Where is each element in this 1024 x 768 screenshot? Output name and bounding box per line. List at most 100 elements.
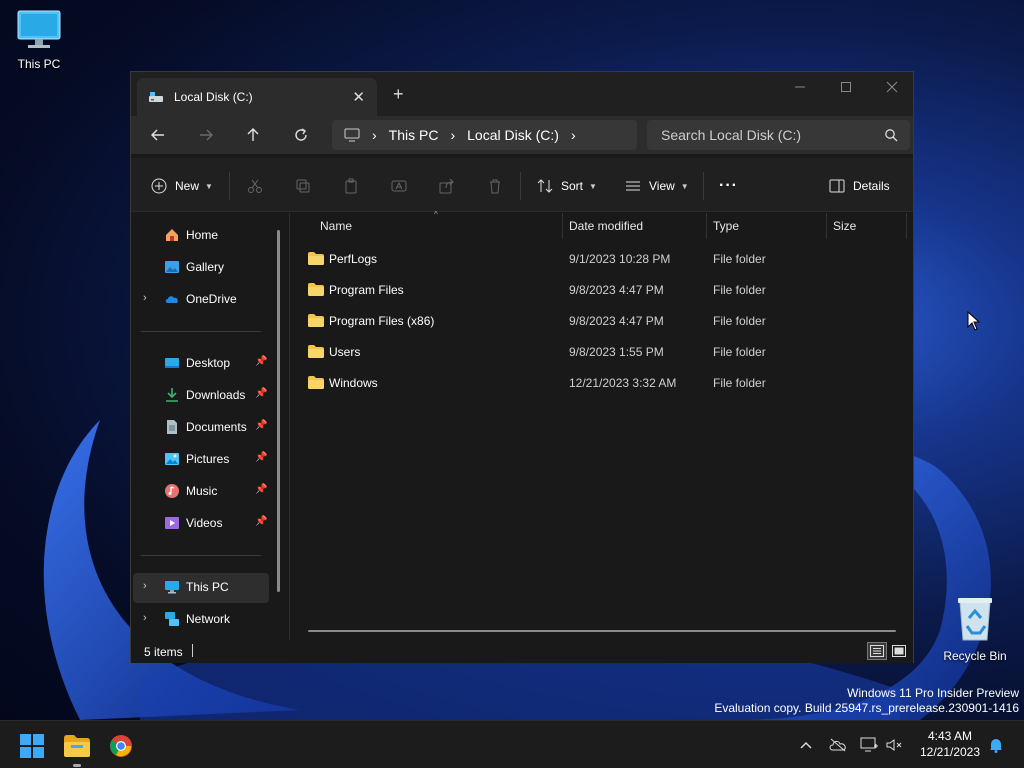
new-label: New: [175, 179, 200, 193]
chevron-right-icon[interactable]: ›: [143, 612, 147, 624]
maximize-button[interactable]: [823, 72, 869, 102]
sidebar-item-videos[interactable]: Videos 📌: [133, 509, 269, 537]
details-view-toggle[interactable]: [867, 642, 887, 660]
file-row-windows[interactable]: Windows 12/21/2023 3:32 AM File folder: [300, 368, 900, 398]
sidebar-item-downloads[interactable]: Downloads 📌: [133, 381, 269, 409]
column-header-name[interactable]: Name: [320, 213, 560, 239]
forward-button[interactable]: [191, 122, 221, 148]
new-button[interactable]: New ▼: [151, 172, 213, 200]
chevron-right-icon[interactable]: ›: [372, 127, 377, 143]
sort-ascending-icon: ^: [434, 210, 438, 219]
copy-button[interactable]: [295, 172, 311, 200]
cut-button[interactable]: [247, 172, 263, 200]
title-bar[interactable]: Local Disk (C:) ✕ +: [131, 72, 913, 116]
pin-icon[interactable]: 📌: [255, 484, 267, 495]
refresh-button[interactable]: [286, 122, 316, 148]
cloud-icon: [165, 296, 178, 303]
volume-tray-icon[interactable]: [884, 735, 906, 755]
sidebar-item-pictures[interactable]: Pictures 📌: [133, 445, 269, 473]
recycle-bin-icon: [958, 598, 992, 641]
sidebar-scrollbar[interactable]: [277, 230, 280, 592]
file-date: 9/8/2023 4:47 PM: [569, 283, 664, 297]
column-header-type[interactable]: Type: [713, 213, 823, 239]
chevron-right-icon[interactable]: ›: [450, 127, 455, 143]
monitor-icon: [17, 10, 61, 48]
pin-icon[interactable]: 📌: [255, 516, 267, 527]
new-tab-button[interactable]: +: [393, 84, 404, 105]
sidebar-item-desktop[interactable]: Desktop 📌: [133, 349, 269, 377]
chevron-down-icon: ▼: [205, 181, 213, 191]
sidebar-item-onedrive[interactable]: › OneDrive: [133, 285, 269, 313]
notifications-button[interactable]: [985, 735, 1007, 755]
sidebar-item-home[interactable]: Home: [133, 221, 269, 249]
column-divider[interactable]: [706, 213, 707, 239]
network-tray-icon[interactable]: [858, 735, 880, 755]
back-button[interactable]: [143, 122, 173, 148]
view-list-icon: [626, 181, 640, 191]
onedrive-tray-icon[interactable]: [827, 735, 849, 755]
chevron-right-icon[interactable]: ›: [143, 580, 147, 592]
chrome-taskbar-button[interactable]: [101, 729, 141, 763]
address-bar[interactable]: › This PC › Local Disk (C:) ›: [332, 120, 637, 150]
more-options-button[interactable]: ···: [719, 172, 738, 200]
pin-icon[interactable]: 📌: [255, 452, 267, 463]
tab-local-disk[interactable]: Local Disk (C:) ✕: [137, 78, 377, 116]
view-button[interactable]: View ▼: [625, 172, 689, 200]
file-row-perflogs[interactable]: PerfLogs 9/1/2023 10:28 PM File folder: [300, 244, 900, 274]
sidebar-item-label: OneDrive: [186, 292, 237, 306]
file-row-users[interactable]: Users 9/8/2023 1:55 PM File folder: [300, 337, 900, 367]
details-button[interactable]: Details: [829, 172, 890, 200]
sidebar-item-network[interactable]: › Network: [133, 605, 269, 633]
copy-icon: [296, 179, 310, 193]
column-divider[interactable]: [562, 213, 563, 239]
sidebar-item-documents[interactable]: Documents 📌: [133, 413, 269, 441]
pin-icon[interactable]: 📌: [255, 388, 267, 399]
sidebar-item-music[interactable]: Music 📌: [133, 477, 269, 505]
close-button[interactable]: [869, 72, 915, 102]
file-date: 12/21/2023 3:32 AM: [569, 376, 677, 390]
folder-icon: [308, 376, 324, 389]
sidebar-item-gallery[interactable]: Gallery: [133, 253, 269, 281]
paste-button[interactable]: [343, 172, 359, 200]
horizontal-scrollbar[interactable]: [308, 630, 896, 632]
sidebar-divider: [141, 331, 261, 332]
file-explorer-taskbar-button[interactable]: [57, 729, 97, 767]
column-header-size[interactable]: Size: [833, 213, 903, 239]
column-header-date[interactable]: Date modified: [569, 213, 705, 239]
chevron-right-icon[interactable]: ›: [143, 292, 147, 304]
breadcrumb-local-disk[interactable]: Local Disk (C:): [467, 127, 559, 143]
minimize-button[interactable]: [777, 72, 823, 102]
watermark-line: Windows 11 Pro Insider Preview: [847, 686, 1019, 700]
file-row-program-files-x86[interactable]: Program Files (x86) 9/8/2023 4:47 PM Fil…: [300, 306, 900, 336]
clock-date: 12/21/2023: [919, 745, 981, 759]
chevron-right-icon[interactable]: ›: [571, 127, 576, 143]
show-hidden-icons-button[interactable]: [795, 735, 817, 755]
column-header-label: Name: [320, 219, 353, 233]
arrow-up-icon: [247, 128, 259, 141]
column-divider[interactable]: [906, 213, 907, 239]
desktop-icon-this-pc[interactable]: This PC: [1, 10, 77, 71]
monitor-icon: [165, 581, 179, 594]
up-button[interactable]: [238, 122, 268, 148]
desktop-icon-recycle-bin[interactable]: Recycle Bin: [937, 596, 1013, 663]
column-divider[interactable]: [826, 213, 827, 239]
pin-icon[interactable]: 📌: [255, 356, 267, 367]
rename-button[interactable]: [391, 172, 407, 200]
file-row-program-files[interactable]: Program Files 9/8/2023 4:47 PM File fold…: [300, 275, 900, 305]
delete-button[interactable]: [487, 172, 503, 200]
sort-button[interactable]: Sort ▼: [537, 172, 597, 200]
file-type: File folder: [713, 376, 766, 390]
breadcrumb-this-pc[interactable]: This PC: [389, 127, 439, 143]
start-button[interactable]: [12, 729, 52, 763]
search-box[interactable]: Search Local Disk (C:): [647, 120, 910, 150]
tab-close-icon[interactable]: ✕: [352, 88, 365, 106]
network-status-icon: [860, 737, 878, 752]
taskbar-clock[interactable]: 4:43 AM 12/21/2023: [912, 728, 988, 760]
share-button[interactable]: [439, 172, 455, 200]
folder-icon: [308, 314, 324, 327]
sidebar-item-label: Gallery: [186, 260, 225, 274]
sidebar-item-this-pc[interactable]: › This PC: [133, 573, 269, 603]
sidebar-item-label: Home: [186, 228, 219, 242]
pin-icon[interactable]: 📌: [255, 420, 267, 431]
tiles-view-toggle[interactable]: [889, 642, 909, 660]
